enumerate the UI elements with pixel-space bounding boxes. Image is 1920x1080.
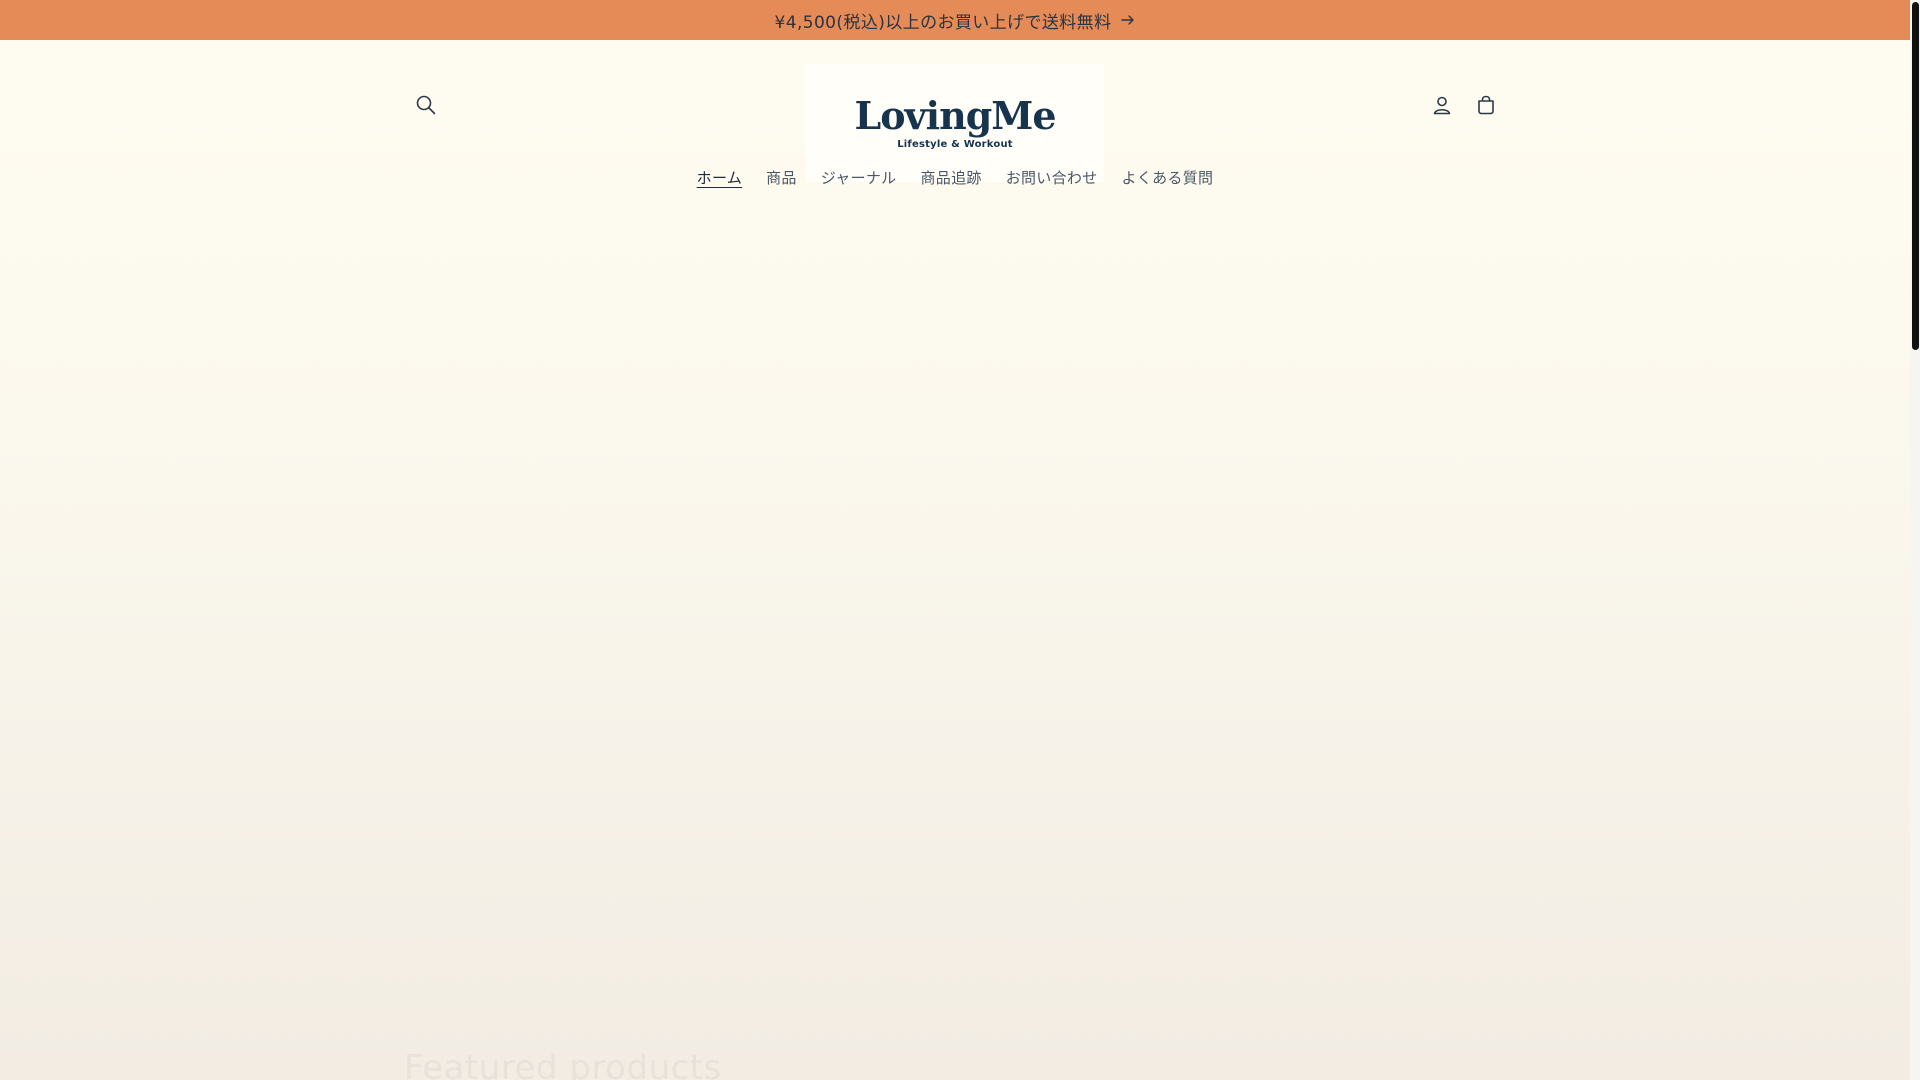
nav-item-journal[interactable]: ジャーナル bbox=[809, 161, 909, 194]
logo-tagline: Lifestyle & Workout bbox=[897, 138, 1013, 150]
user-icon bbox=[1431, 94, 1453, 116]
announcement-text: ¥4,500(税込)以上のお買い上げで送料無料 bbox=[774, 12, 1112, 33]
arrow-right-icon bbox=[1121, 13, 1135, 27]
cart-button[interactable] bbox=[1464, 83, 1508, 127]
nav-item-contact[interactable]: お問い合わせ bbox=[994, 161, 1110, 194]
site-header: LovingMe Lifestyle & Workout ホーム 商品 ジャーナ… bbox=[0, 40, 1910, 220]
main-nav: ホーム 商品 ジャーナル 商品追跡 お問い合わせ よくある質問 bbox=[0, 161, 1910, 194]
logo-wordmark: LovingMe bbox=[854, 92, 1056, 138]
search-icon bbox=[415, 94, 437, 116]
search-button[interactable] bbox=[404, 83, 448, 127]
announcement-bar[interactable]: ¥4,500(税込)以上のお買い上げで送料無料 bbox=[0, 0, 1910, 40]
nav-item-order-tracking[interactable]: 商品追跡 bbox=[909, 161, 994, 194]
nav-item-faq[interactable]: よくある質問 bbox=[1110, 161, 1226, 194]
cart-icon bbox=[1475, 94, 1497, 116]
nav-item-products[interactable]: 商品 bbox=[754, 161, 809, 194]
featured-products-heading: Featured products bbox=[404, 1048, 722, 1080]
scrollbar-thumb[interactable] bbox=[1912, 2, 1919, 350]
account-button[interactable] bbox=[1420, 83, 1464, 127]
nav-item-home[interactable]: ホーム bbox=[685, 161, 754, 194]
page-scrollbar[interactable] bbox=[1910, 0, 1920, 1080]
